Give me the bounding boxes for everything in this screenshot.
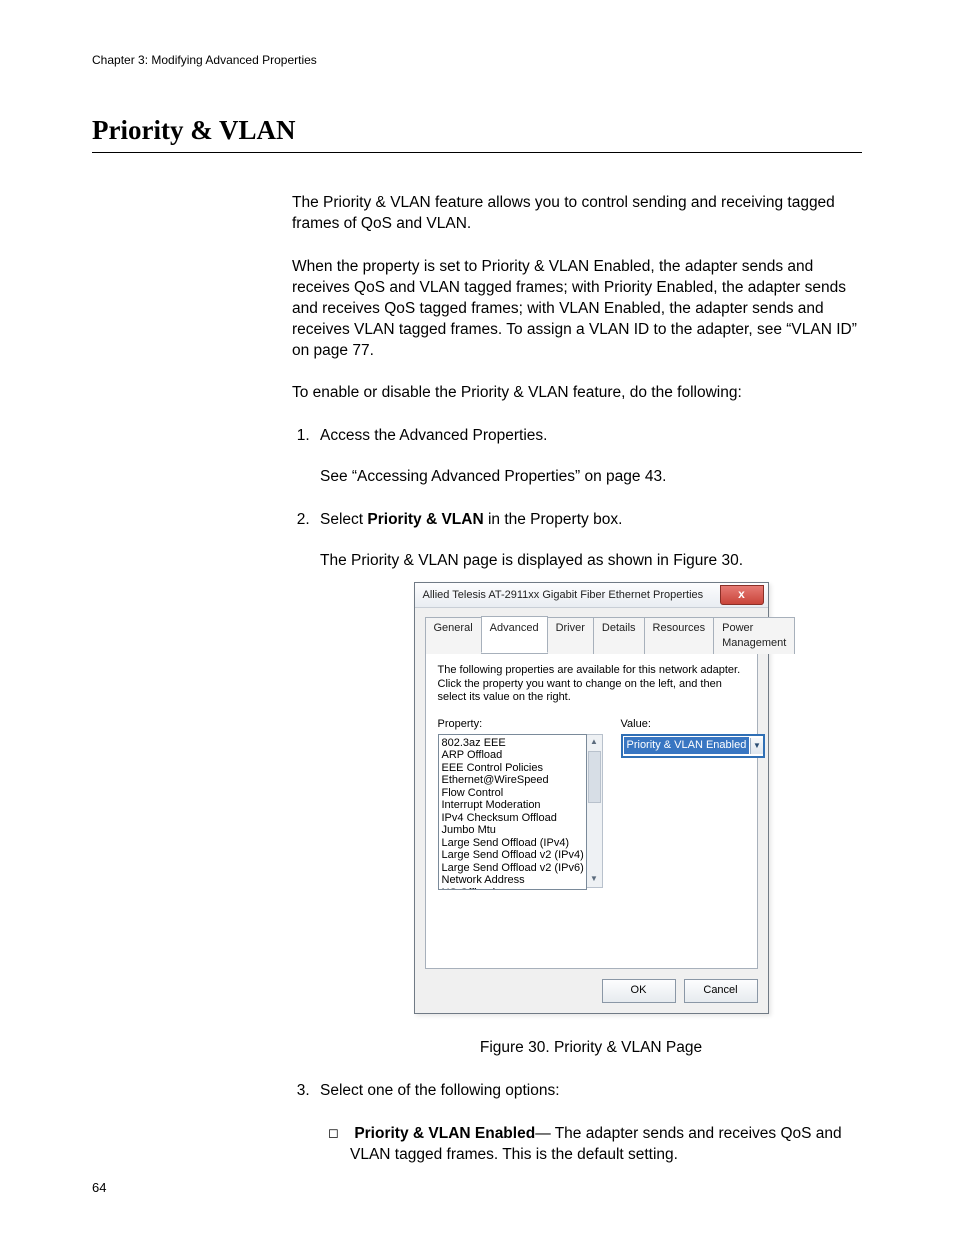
chevron-down-icon[interactable]: ▼ (750, 738, 762, 754)
list-item[interactable]: Flow Control (442, 787, 586, 800)
paragraph-intro-2: When the property is set to Priority & V… (292, 257, 862, 362)
property-listbox[interactable]: 802.3az EEE ARP Offload EEE Control Poli… (438, 734, 587, 890)
list-item[interactable]: NS Offload (442, 887, 586, 890)
value-dropdown[interactable]: Priority & VLAN Enabled ▼ (621, 734, 765, 758)
tab-strip: General Advanced Driver Details Resource… (425, 616, 758, 654)
page-number: 64 (92, 1180, 106, 1195)
list-item[interactable]: Large Send Offload (IPv4) (442, 837, 586, 850)
tab-resources[interactable]: Resources (644, 617, 715, 654)
step-3-text: Select one of the following options: (320, 1082, 560, 1099)
dialog-title: Allied Telesis AT-2911xx Gigabit Fiber E… (423, 589, 704, 601)
list-item[interactable]: ARP Offload (442, 749, 586, 762)
list-item[interactable]: Large Send Offload v2 (IPv6) (442, 862, 586, 875)
properties-dialog: Allied Telesis AT-2911xx Gigabit Fiber E… (414, 582, 769, 1014)
step-3-option-1: Priority & VLAN Enabled— The adapter sen… (350, 1124, 862, 1166)
step-1-sub: See “Accessing Advanced Properties” on p… (320, 467, 862, 488)
step-2-suffix: in the Property box. (484, 511, 623, 528)
scroll-down-icon[interactable]: ▼ (587, 872, 602, 887)
listbox-scrollbar[interactable]: ▲ ▼ (587, 734, 603, 888)
list-item[interactable]: Ethernet@WireSpeed (442, 774, 586, 787)
label-property: Property: (438, 717, 603, 732)
paragraph-intro-1: The Priority & VLAN feature allows you t… (292, 193, 862, 235)
step-3: Select one of the following options: Pri… (314, 1081, 862, 1166)
step-2: Select Priority & VLAN in the Property b… (314, 510, 862, 1058)
list-item[interactable]: Jumbo Mtu (442, 824, 586, 837)
close-button[interactable]: x (720, 585, 764, 605)
step-1: Access the Advanced Properties. See “Acc… (314, 426, 862, 488)
section-title: Priority & VLAN (92, 115, 862, 153)
tab-driver[interactable]: Driver (547, 617, 594, 654)
chapter-header: Chapter 3: Modifying Advanced Properties (92, 53, 862, 67)
label-value: Value: (621, 717, 765, 732)
list-item[interactable]: Large Send Offload v2 (IPv4) (442, 849, 586, 862)
tab-general[interactable]: General (425, 617, 482, 654)
scroll-up-icon[interactable]: ▲ (587, 735, 602, 750)
list-item[interactable]: Network Address (442, 874, 586, 887)
value-dropdown-text: Priority & VLAN Enabled (624, 737, 750, 754)
dialog-titlebar: Allied Telesis AT-2911xx Gigabit Fiber E… (415, 583, 768, 608)
step-2-bold: Priority & VLAN (367, 511, 483, 528)
list-item[interactable]: 802.3az EEE (442, 737, 586, 750)
step-2-sub: The Priority & VLAN page is displayed as… (320, 551, 862, 572)
tab-power-management[interactable]: Power Management (713, 617, 795, 654)
list-item[interactable]: IPv4 Checksum Offload (442, 812, 586, 825)
figure-caption: Figure 30. Priority & VLAN Page (320, 1038, 862, 1059)
list-item[interactable]: Interrupt Moderation (442, 799, 586, 812)
ok-button[interactable]: OK (602, 979, 676, 1003)
step-1-text: Access the Advanced Properties. (320, 427, 547, 444)
cancel-button[interactable]: Cancel (684, 979, 758, 1003)
dialog-help-text: The following properties are available f… (438, 664, 745, 705)
tab-panel-advanced: The following properties are available f… (425, 654, 758, 969)
tab-details[interactable]: Details (593, 617, 645, 654)
step-2-prefix: Select (320, 511, 367, 528)
scroll-thumb[interactable] (588, 751, 601, 803)
step-3-option-bold: Priority & VLAN Enabled (354, 1125, 535, 1142)
paragraph-intro-3: To enable or disable the Priority & VLAN… (292, 383, 862, 404)
tab-advanced[interactable]: Advanced (481, 616, 548, 653)
list-item[interactable]: EEE Control Policies (442, 762, 586, 775)
